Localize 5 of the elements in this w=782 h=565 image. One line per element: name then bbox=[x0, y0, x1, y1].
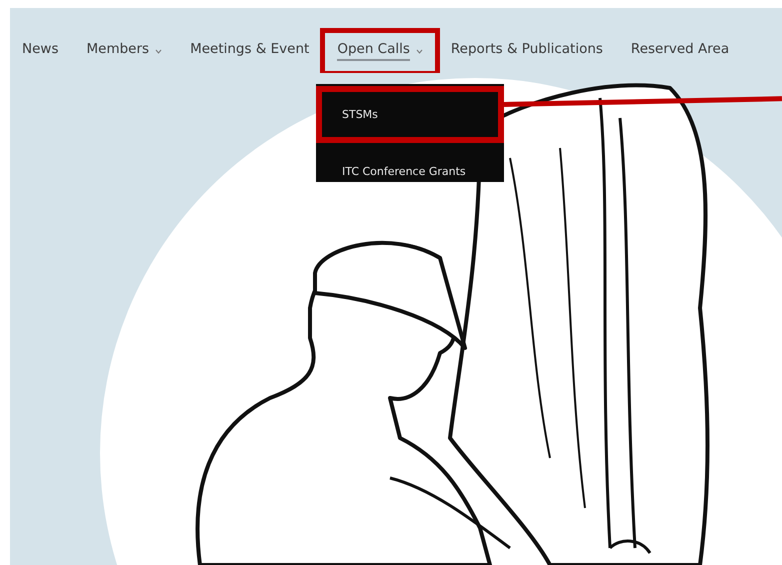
nav-link[interactable]: Open Calls bbox=[320, 28, 440, 73]
caret-icon bbox=[155, 48, 162, 54]
dropdown-item[interactable]: STSMs bbox=[316, 86, 504, 143]
dropdown-item[interactable]: ITC Conference Grants bbox=[316, 143, 504, 200]
caret-icon bbox=[416, 48, 423, 54]
